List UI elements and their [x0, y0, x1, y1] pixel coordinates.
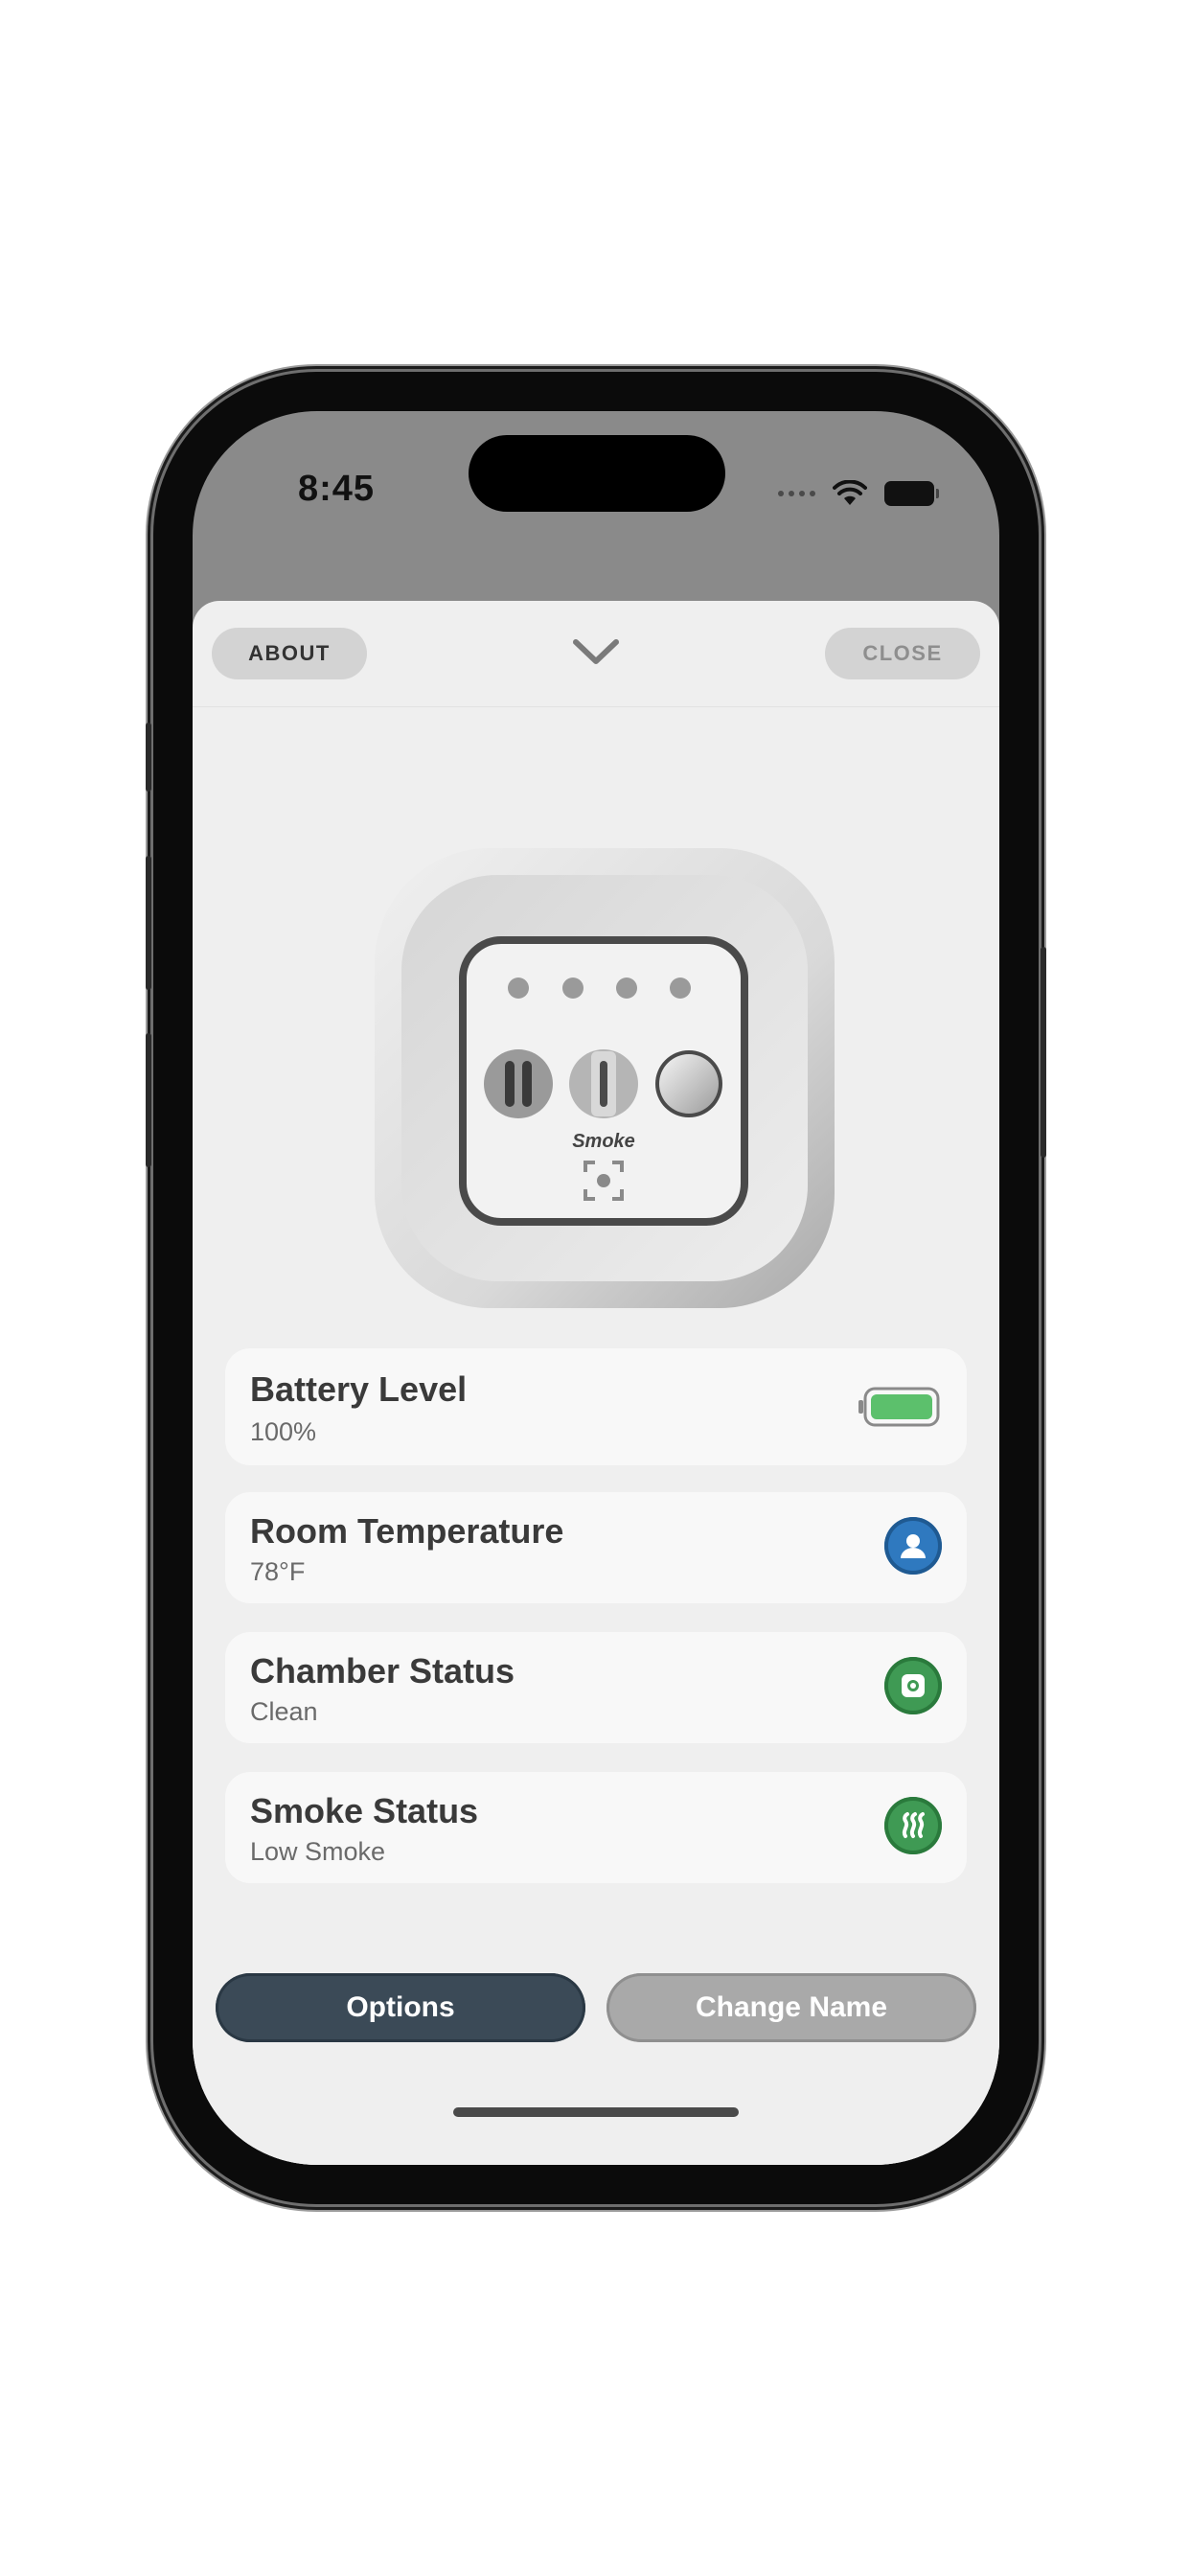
card-value: 100% [250, 1417, 317, 1446]
battery-full-icon [858, 1387, 940, 1427]
home-indicator[interactable] [453, 2107, 739, 2117]
dynamic-island [469, 435, 725, 512]
status-battery-icon [884, 481, 939, 506]
device-label: Smoke [572, 1131, 635, 1152]
chamber-status-card[interactable]: Chamber Status Clean [225, 1632, 967, 1743]
action-button [146, 723, 151, 792]
card-title: Room Temperature [250, 1511, 564, 1551]
smoke-detector-illustration: Smoke [375, 848, 835, 1308]
battery-level-card[interactable]: Battery Level 100% [225, 1348, 967, 1465]
signal-dots-icon [778, 491, 815, 496]
smoke-icon [884, 1797, 942, 1854]
options-button[interactable]: Options [216, 1973, 585, 2042]
wifi-icon [833, 480, 867, 505]
close-button[interactable]: CLOSE [825, 628, 980, 679]
card-title: Smoke Status [250, 1791, 479, 1830]
status-icons [778, 480, 939, 507]
volume-down-button [146, 1033, 151, 1167]
card-value: Clean [250, 1697, 318, 1726]
status-time: 8:45 [298, 469, 376, 509]
chevron-down-icon[interactable] [572, 637, 620, 666]
change-name-button[interactable]: Change Name [606, 1973, 976, 2042]
room-temperature-card[interactable]: Room Temperature 78°F [225, 1492, 967, 1603]
card-value: Low Smoke [250, 1837, 386, 1866]
card-value: 78°F [250, 1557, 306, 1586]
power-button [1041, 947, 1046, 1158]
sheet-header: ABOUT CLOSE [193, 601, 999, 707]
phone-frame: 8:45 ABOUT CLOSE Smoke Battery Level 100… [146, 372, 1046, 2204]
smoke-status-card[interactable]: Smoke Status Low Smoke [225, 1772, 967, 1883]
person-icon [884, 1517, 942, 1575]
device-sheet: ABOUT CLOSE Smoke Battery Level 100% Roo… [193, 601, 999, 2165]
card-title: Chamber Status [250, 1651, 515, 1690]
screen: 8:45 ABOUT CLOSE Smoke Battery Level 100… [193, 411, 999, 2165]
chamber-icon [884, 1657, 942, 1714]
volume-up-button [146, 856, 151, 990]
card-title: Battery Level [250, 1369, 468, 1409]
about-button[interactable]: ABOUT [212, 628, 367, 679]
